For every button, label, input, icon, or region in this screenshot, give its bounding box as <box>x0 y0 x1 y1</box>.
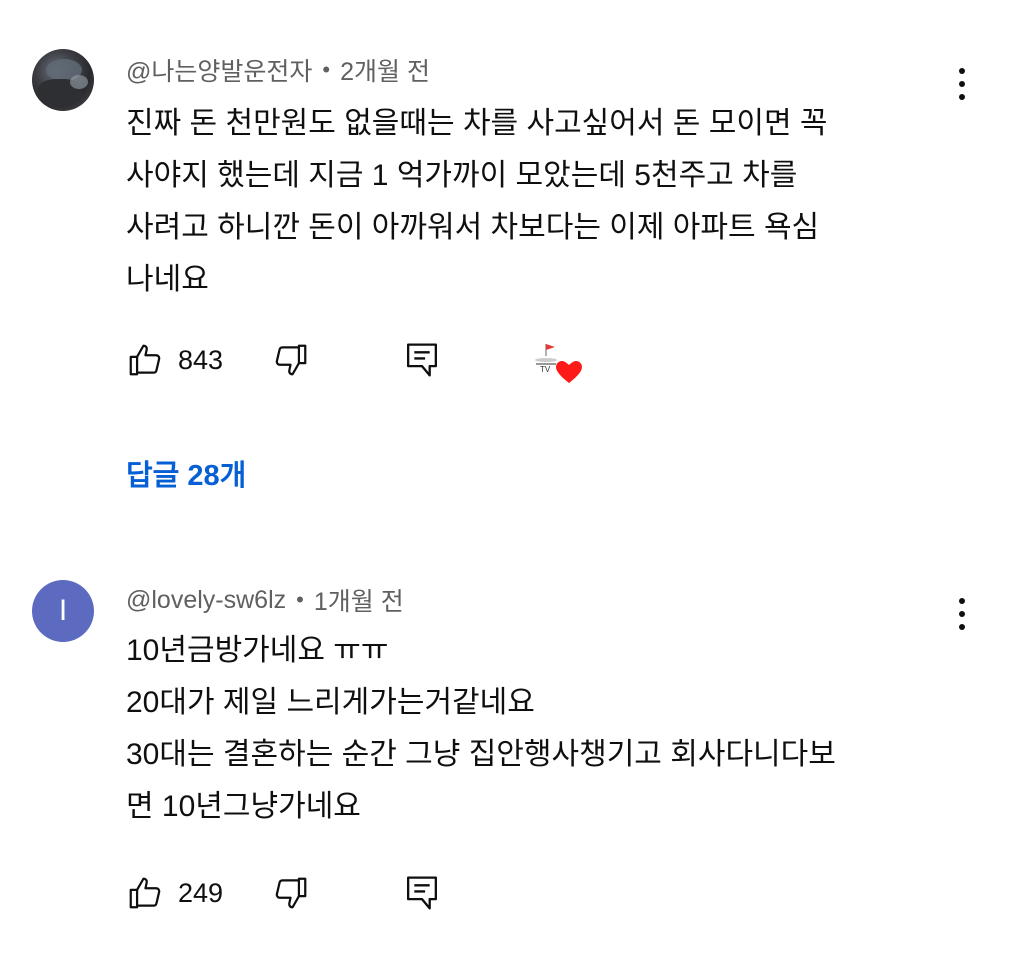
thumbs-down-icon <box>275 877 307 909</box>
reply-icon <box>407 876 437 910</box>
like-count: 249 <box>178 877 224 908</box>
dislike-button[interactable] <box>272 338 310 382</box>
avatar[interactable]: I <box>32 580 94 642</box>
creator-badge-text: TV <box>540 365 551 374</box>
comment-line: 30대는 결혼하는 순간 그냥 집안행사챙기고 회사다니다보 <box>126 738 836 771</box>
author-name[interactable]: @나는양발운전자 <box>126 52 312 88</box>
comment-line: 사려고 하니깐 돈이 아까워서 차보다는 이제 아파트 욕심 <box>126 211 820 244</box>
comment-actions: 249 <box>126 871 626 915</box>
like-count: 843 <box>178 344 224 375</box>
comment-text: 진짜 돈 천만원도 없을때는 차를 사고싶어서 돈 모이면 꼭 사야지 했는데 … <box>126 98 956 306</box>
comment-meta: @나는양발운전자 • 2개월 전 <box>126 52 430 88</box>
timestamp[interactable]: 2개월 전 <box>340 52 430 88</box>
comment-line: 나네요 <box>126 263 209 296</box>
creator-heart-badge[interactable]: TV <box>530 340 586 390</box>
reply-icon <box>407 343 437 377</box>
thumbs-up-icon <box>129 877 161 909</box>
avatar[interactable] <box>32 49 94 111</box>
comment-line: 진짜 돈 천만원도 없을때는 차를 사고싶어서 돈 모이면 꼭 <box>126 107 828 140</box>
like-button[interactable]: 843 <box>126 338 223 382</box>
meta-separator: • <box>322 57 331 82</box>
comment-line: 면 10년그냥가네요 <box>126 790 361 823</box>
comment-line: 사야지 했는데 지금 1 억가까이 모았는데 5천주고 차를 <box>126 159 798 192</box>
replies-button[interactable]: 답글 28개 <box>126 452 246 494</box>
comment-line: 10년금방가네요 ㅠㅠ <box>126 634 389 667</box>
comment-meta: @lovely-sw6lz • 1개월 전 <box>126 582 404 618</box>
like-button[interactable]: 249 <box>126 871 223 915</box>
heart-icon <box>535 344 582 383</box>
reply-button[interactable] <box>403 871 441 915</box>
author-name[interactable]: @lovely-sw6lz <box>126 586 286 615</box>
reply-button[interactable] <box>403 338 441 382</box>
timestamp[interactable]: 1개월 전 <box>314 582 404 618</box>
comment-line: 20대가 제일 느리게가는거같네요 <box>126 686 535 719</box>
thumbs-down-icon <box>275 344 307 376</box>
avatar-letter: I <box>58 594 68 627</box>
meta-separator: • <box>296 587 304 612</box>
dislike-button[interactable] <box>272 871 310 915</box>
comment-text: 10년금방가네요 ㅠㅠ 20대가 제일 느리게가는거같네요 30대는 결혼하는 … <box>126 625 956 833</box>
thumbs-up-icon <box>129 344 161 376</box>
avatar-shape <box>70 75 88 89</box>
